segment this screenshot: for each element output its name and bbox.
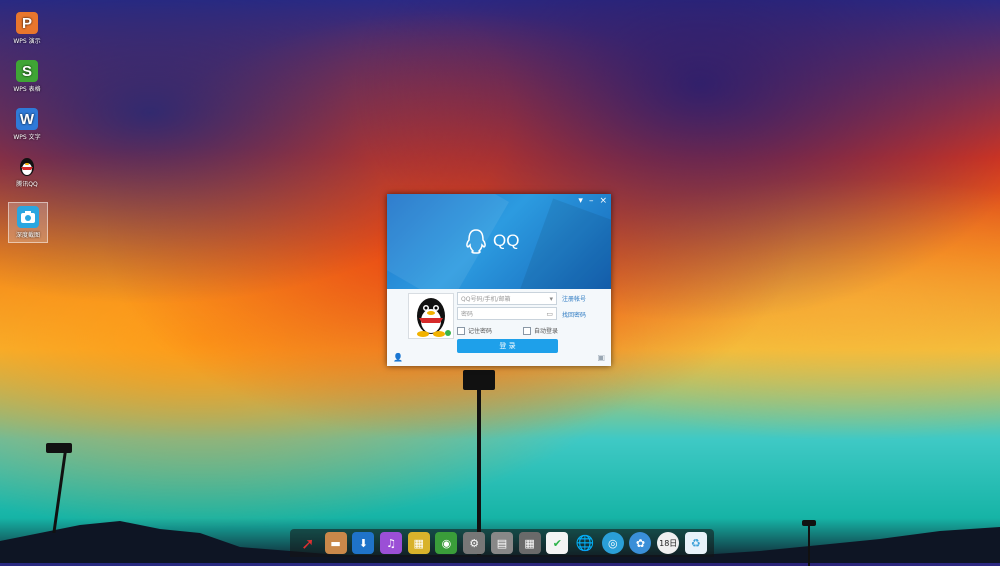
video-icon[interactable]: ▦ xyxy=(407,532,430,554)
login-button[interactable]: 登 录 xyxy=(457,339,558,353)
close-icon[interactable]: × xyxy=(599,196,607,206)
qq-login-window: ▾ – × QQ QQ号码/手机/邮箱 ▾ 密码 ▭ 注册帐号 找回密码 记住密… xyxy=(387,194,611,366)
trash-icon[interactable]: ♻ xyxy=(684,532,707,554)
password-input[interactable]: 密码 ▭ xyxy=(457,307,557,320)
header-decoration xyxy=(515,198,611,289)
store-icon[interactable]: ⬇ xyxy=(352,532,375,554)
chat-icon[interactable]: ◎ xyxy=(601,532,624,554)
menu-dropdown-icon[interactable]: ▾ xyxy=(578,196,583,206)
desktop-icon-label: WPS 表格 xyxy=(13,86,41,93)
checkbox-label: 自动登录 xyxy=(534,328,559,335)
checkbox-box xyxy=(457,326,465,335)
wps-writer-icon: W xyxy=(16,108,38,130)
desktop-icon-label: 深度截图 xyxy=(15,232,40,239)
account-placeholder: QQ号码/手机/邮箱 xyxy=(461,296,511,303)
street-lamp xyxy=(802,520,816,566)
desktop-icon-deepin-screenshot[interactable]: 深度截图 xyxy=(8,202,48,243)
register-account-link[interactable]: 注册帐号 xyxy=(562,294,586,303)
globe-icon[interactable]: 🌐 xyxy=(574,532,596,554)
wps-presentation-icon: P xyxy=(16,12,38,34)
settings-icon[interactable]: ⚙ xyxy=(463,532,486,554)
minimize-icon[interactable]: – xyxy=(589,196,594,206)
desktop-icon-label: WPS 演示 xyxy=(13,38,41,45)
network-icon[interactable]: ✿ xyxy=(629,532,652,554)
music-icon[interactable]: ♫ xyxy=(380,532,403,554)
auto-login-checkbox[interactable]: 自动登录 xyxy=(523,326,558,335)
qq-login-header: ▾ – × QQ xyxy=(387,194,611,289)
qq-penguin-outline-icon xyxy=(466,229,486,254)
remember-password-checkbox[interactable]: 记住密码 xyxy=(457,326,492,335)
street-lamp xyxy=(463,370,495,555)
keyboard-icon[interactable]: ▭ xyxy=(546,308,553,321)
qq-login-form: QQ号码/手机/邮箱 ▾ 密码 ▭ 注册帐号 找回密码 记住密码 自动登录 登 … xyxy=(387,289,611,366)
desktop-icon-label: WPS 文字 xyxy=(13,134,41,141)
chevron-down-icon[interactable]: ▾ xyxy=(549,293,553,306)
file-manager-icon[interactable]: ▬ xyxy=(324,532,347,554)
calendar-icon[interactable]: 18日 xyxy=(657,532,680,554)
avatar[interactable] xyxy=(408,293,454,339)
qq-logo: QQ xyxy=(465,228,519,254)
dock: ➚ ▬ ⬇ ♫ ▦ ◉ ⚙ ▤ ▦ ✔ 🌐 ◎ ✿ 18日 ♻ xyxy=(290,529,714,557)
add-account-icon[interactable]: 👤 xyxy=(393,353,403,362)
browser-icon[interactable]: ◉ xyxy=(435,532,458,554)
launcher-icon[interactable]: ➚ xyxy=(297,532,319,554)
checkbox-box xyxy=(523,326,531,335)
desktop-icon-wps-writer[interactable]: W WPS 文字 xyxy=(8,108,46,141)
desktop-icon-qq[interactable]: 腾讯QQ xyxy=(8,155,46,188)
street-lamp xyxy=(46,443,72,533)
checkbox-label: 记住密码 xyxy=(468,328,493,335)
terminal-icon[interactable]: ▤ xyxy=(490,532,513,554)
password-placeholder: 密码 xyxy=(461,311,474,318)
recover-password-link[interactable]: 找回密码 xyxy=(562,310,586,319)
calculator-icon[interactable]: ▦ xyxy=(518,532,541,554)
desktop-icon-wps-spreadsheet[interactable]: S WPS 表格 xyxy=(8,60,46,93)
qq-penguin-icon xyxy=(16,155,38,177)
wps-spreadsheet-icon: S xyxy=(16,60,38,82)
account-input[interactable]: QQ号码/手机/邮箱 ▾ xyxy=(457,292,557,305)
desktop-icon-wps-presentation[interactable]: P WPS 演示 xyxy=(8,12,46,45)
desktop-icon-label: 腾讯QQ xyxy=(16,181,38,188)
camera-icon xyxy=(17,206,39,228)
window-controls: ▾ – × xyxy=(578,196,607,206)
brand-label: QQ xyxy=(493,231,520,250)
tasks-icon[interactable]: ✔ xyxy=(546,532,569,554)
qr-code-icon[interactable]: ▣ xyxy=(597,353,605,362)
